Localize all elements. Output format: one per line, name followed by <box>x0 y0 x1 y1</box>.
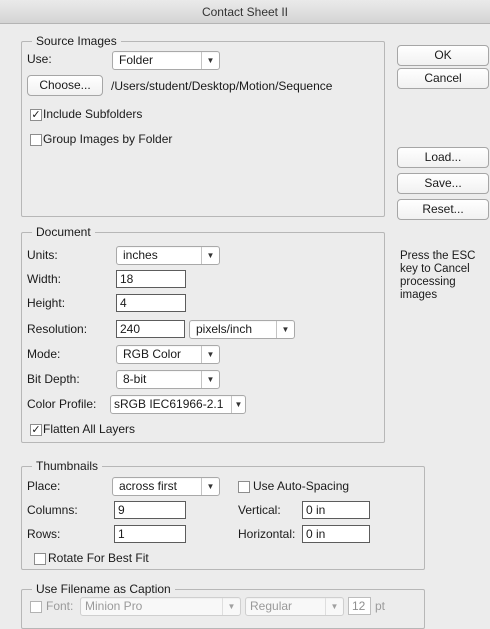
esc-hint-line-2: key to Cancel <box>400 263 470 275</box>
resolution-input[interactable]: 240 <box>116 320 185 338</box>
document-legend: Document <box>32 225 95 240</box>
color-profile-select-value: sRGB IEC61966-2.1 <box>114 397 224 411</box>
horizontal-label: Horizontal: <box>238 527 296 541</box>
caption-font-select[interactable]: Minion Pro ▼ <box>80 597 241 616</box>
include-subfolders-checkbox[interactable]: ✓ <box>30 109 42 121</box>
bit-depth-select-value: 8-bit <box>123 372 147 386</box>
bit-depth-label: Bit Depth: <box>27 372 80 386</box>
bit-depth-select[interactable]: 8-bit ▼ <box>116 370 220 389</box>
caption-style-value: Regular <box>250 599 293 613</box>
caption-font-label: Font: <box>46 599 74 613</box>
esc-hint-line-4: images <box>400 289 438 301</box>
ok-button[interactable]: OK <box>397 45 489 66</box>
height-label: Height: <box>27 296 66 310</box>
rotate-best-fit-label: Rotate For Best Fit <box>48 551 149 565</box>
group-by-folder-label: Group Images by Folder <box>43 132 173 146</box>
width-input[interactable]: 18 <box>116 270 186 288</box>
mode-select[interactable]: RGB Color ▼ <box>116 345 220 364</box>
units-label: Units: <box>27 248 58 262</box>
use-label: Use: <box>27 52 52 66</box>
place-label: Place: <box>27 479 61 493</box>
units-select-value: inches <box>123 248 158 262</box>
load-button[interactable]: Load... <box>397 147 489 168</box>
mode-select-value: RGB Color <box>123 347 182 361</box>
thumbnails-legend: Thumbnails <box>32 459 103 474</box>
esc-hint-line-3: processing <box>400 276 456 288</box>
include-subfolders-label: Include Subfolders <box>43 107 143 121</box>
esc-hint: Press the ESC key to Cancel processing i… <box>400 250 488 302</box>
columns-input[interactable]: 9 <box>114 501 186 519</box>
caption-font-value: Minion Pro <box>85 599 143 613</box>
source-images-legend: Source Images <box>32 34 121 49</box>
chevron-down-icon: ▼ <box>231 396 245 413</box>
group-by-folder-checkbox[interactable] <box>30 134 42 146</box>
vertical-input[interactable]: 0 in <box>302 501 370 519</box>
save-button[interactable]: Save... <box>397 173 489 194</box>
chevron-down-icon: ▼ <box>201 247 219 264</box>
cancel-button[interactable]: Cancel <box>397 68 489 89</box>
resolution-unit-value: pixels/inch <box>196 322 253 336</box>
auto-spacing-label: Use Auto-Spacing <box>253 479 350 493</box>
mode-label: Mode: <box>27 347 61 361</box>
chevron-down-icon: ▼ <box>201 52 219 69</box>
chevron-down-icon: ▼ <box>276 321 294 338</box>
color-profile-label: Color Profile: <box>27 397 97 411</box>
width-label: Width: <box>27 272 62 286</box>
chevron-down-icon: ▼ <box>325 598 343 615</box>
caption-size-unit: pt <box>375 599 386 613</box>
caption-style-select[interactable]: Regular ▼ <box>245 597 344 616</box>
chevron-down-icon: ▼ <box>201 478 219 495</box>
rotate-best-fit-checkbox[interactable] <box>34 553 46 565</box>
units-select[interactable]: inches ▼ <box>116 246 220 265</box>
place-select-value: across first <box>119 479 178 493</box>
caption-legend: Use Filename as Caption <box>32 582 175 597</box>
chevron-down-icon: ▼ <box>201 371 219 388</box>
source-path: /Users/student/Desktop/Motion/Sequence <box>111 79 333 93</box>
use-select-value: Folder <box>119 53 154 67</box>
height-input[interactable]: 4 <box>116 294 186 312</box>
caption-checkbox[interactable] <box>30 601 42 613</box>
resolution-unit-select[interactable]: pixels/inch ▼ <box>189 320 295 339</box>
window-title: Contact Sheet II <box>0 0 490 24</box>
flatten-layers-checkbox[interactable]: ✓ <box>30 424 42 436</box>
color-profile-select[interactable]: sRGB IEC61966-2.1 ▼ <box>110 395 246 414</box>
chevron-down-icon: ▼ <box>222 598 240 615</box>
flatten-layers-label: Flatten All Layers <box>43 422 136 436</box>
rows-label: Rows: <box>27 527 61 541</box>
auto-spacing-checkbox[interactable] <box>238 481 250 493</box>
horizontal-input[interactable]: 0 in <box>302 525 370 543</box>
vertical-label: Vertical: <box>238 503 281 517</box>
columns-label: Columns: <box>27 503 78 517</box>
resolution-label: Resolution: <box>27 322 88 336</box>
rows-input[interactable]: 1 <box>114 525 186 543</box>
chevron-down-icon: ▼ <box>201 346 219 363</box>
use-select[interactable]: Folder ▼ <box>112 51 220 70</box>
choose-button[interactable]: Choose... <box>27 75 103 96</box>
esc-hint-line-1: Press the ESC <box>400 250 476 262</box>
place-select[interactable]: across first ▼ <box>112 477 220 496</box>
caption-size-input[interactable]: 12 <box>348 597 371 615</box>
reset-button[interactable]: Reset... <box>397 199 489 220</box>
